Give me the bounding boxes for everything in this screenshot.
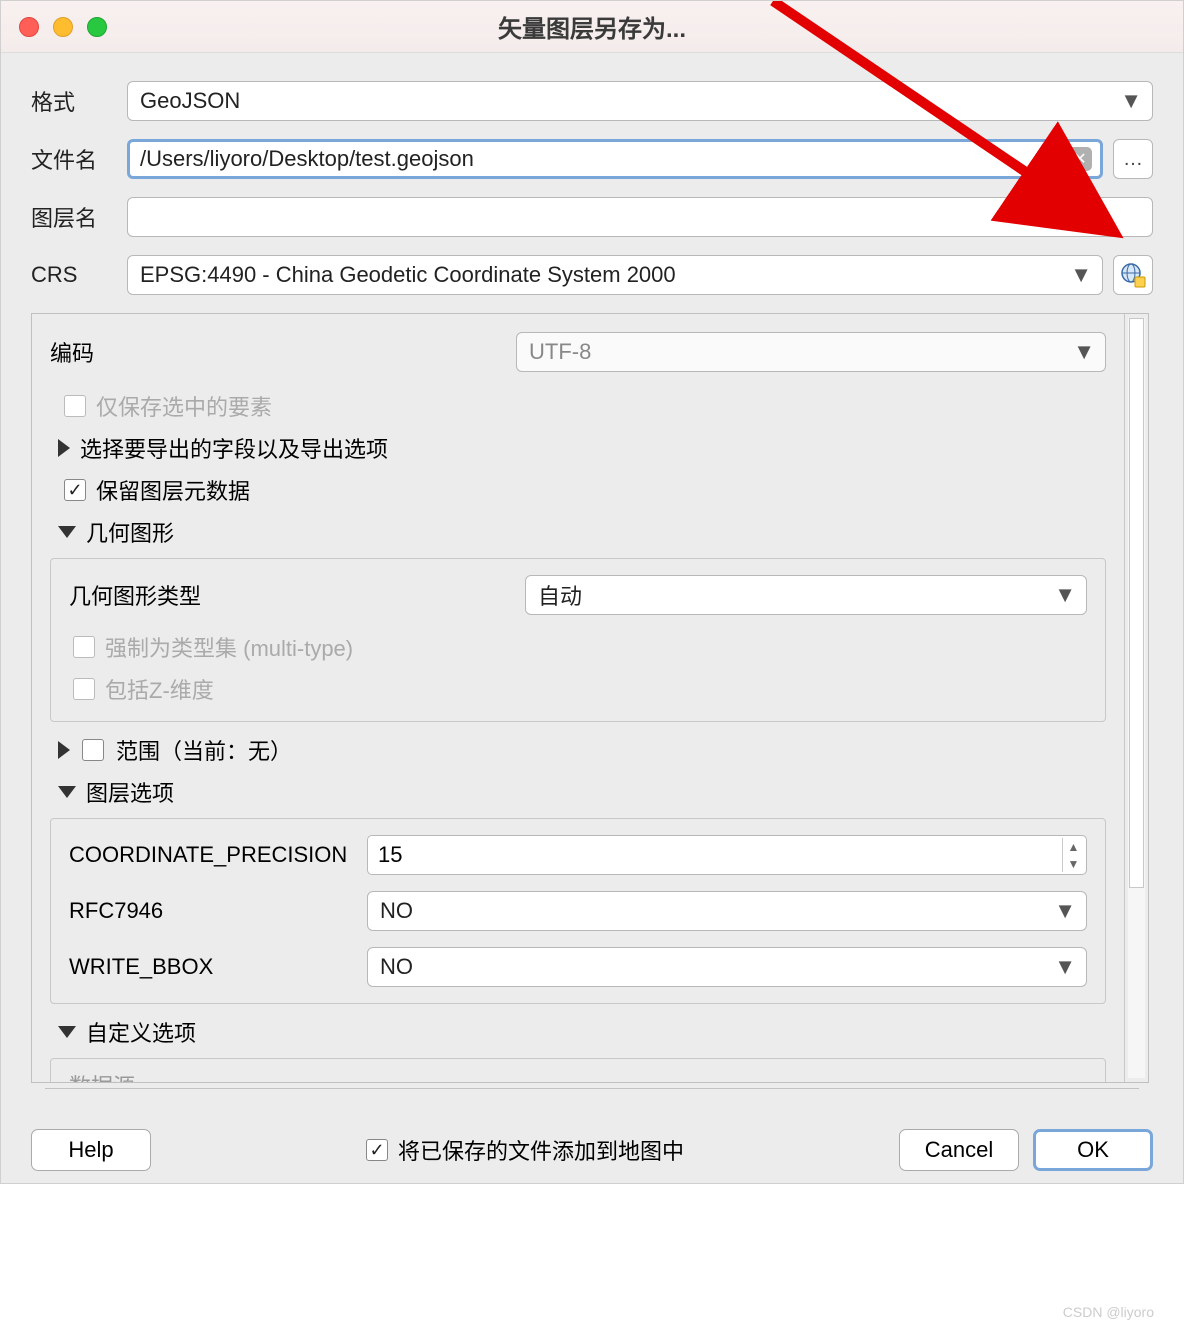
dialog-content: 格式 GeoJSON ▼ 文件名 /Users/liyoro/Desktop/t…	[1, 53, 1183, 1095]
chevron-down-icon	[58, 1026, 76, 1038]
add-to-map-checkbox[interactable]: ✓	[366, 1139, 388, 1161]
crs-picker-button[interactable]	[1113, 255, 1153, 295]
help-button[interactable]: Help	[31, 1129, 151, 1171]
encoding-value: UTF-8	[529, 339, 591, 365]
encoding-label: 编码	[50, 336, 516, 368]
chevron-down-icon: ▼	[1054, 898, 1076, 924]
clear-icon[interactable]: ✕	[1068, 147, 1092, 171]
scrollbar[interactable]	[1124, 314, 1148, 1082]
filename-label: 文件名	[31, 143, 117, 175]
crs-value: EPSG:4490 - China Geodetic Coordinate Sy…	[140, 262, 676, 288]
chevron-down-icon: ▼	[1070, 262, 1092, 288]
extent-checkbox[interactable]	[82, 739, 104, 761]
write-bbox-select[interactable]: NO ▼	[367, 947, 1087, 987]
titlebar: 矢量图层另存为...	[1, 1, 1183, 53]
datasource-label: 数据源	[69, 1074, 135, 1082]
coord-precision-label: COORDINATE_PRECISION	[69, 842, 367, 868]
geometry-expander[interactable]: 几何图形	[58, 516, 1106, 548]
options-scroll-pane: 编码 UTF-8 ▼ 仅保存选中的要素 选择要导出的字段以及导出选项 ✓	[31, 313, 1149, 1083]
globe-icon	[1120, 262, 1146, 288]
format-value: GeoJSON	[140, 88, 240, 114]
rfc7946-label: RFC7946	[69, 898, 367, 924]
chevron-down-icon	[58, 786, 76, 798]
cancel-button[interactable]: Cancel	[899, 1129, 1019, 1171]
dialog-footer: Help ✓ 将已保存的文件添加到地图中 Cancel OK	[1, 1129, 1183, 1171]
layer-options-group: COORDINATE_PRECISION 15 ▲▼ RFC7946 NO ▼	[50, 818, 1106, 1004]
crs-select[interactable]: EPSG:4490 - China Geodetic Coordinate Sy…	[127, 255, 1103, 295]
layer-options-expander[interactable]: 图层选项	[58, 776, 1106, 808]
chevron-right-icon	[58, 439, 70, 457]
scrollbar-thumb[interactable]	[1129, 318, 1144, 888]
checkbox-icon	[73, 636, 95, 658]
layername-label: 图层名	[31, 201, 117, 233]
chevron-down-icon: ▼	[1073, 339, 1095, 365]
include-z-checkbox: 包括Z-维度	[73, 673, 1087, 705]
chevron-down-icon: ▼	[1120, 88, 1142, 114]
chevron-down-icon: ▼	[1054, 582, 1076, 608]
checkbox-icon	[73, 678, 95, 700]
fields-expander[interactable]: 选择要导出的字段以及导出选项	[58, 432, 1106, 464]
extent-expander[interactable]: 范围（当前：无）	[58, 734, 1106, 766]
spin-down-icon[interactable]: ▼	[1062, 855, 1084, 872]
filename-input[interactable]: /Users/liyoro/Desktop/test.geojson ✕	[127, 139, 1103, 179]
minimize-icon[interactable]	[53, 17, 73, 37]
chevron-right-icon	[58, 741, 70, 759]
keep-metadata-checkbox[interactable]: ✓ 保留图层元数据	[64, 474, 1106, 506]
geometry-group: 几何图形类型 自动 ▼ 强制为类型集 (multi-type) 包括Z-维度	[50, 558, 1106, 722]
dialog-title: 矢量图层另存为...	[498, 9, 686, 44]
spin-up-icon[interactable]: ▲	[1062, 838, 1084, 855]
checkbox-icon: ✓	[64, 479, 86, 501]
write-bbox-label: WRITE_BBOX	[69, 954, 367, 980]
geometry-type-select[interactable]: 自动 ▼	[525, 575, 1087, 615]
maximize-icon[interactable]	[87, 17, 107, 37]
encoding-select[interactable]: UTF-8 ▼	[516, 332, 1106, 372]
browse-button[interactable]: …	[1113, 139, 1153, 179]
force-multi-checkbox: 强制为类型集 (multi-type)	[73, 631, 1087, 663]
add-to-map-label: 将已保存的文件添加到地图中	[398, 1134, 684, 1166]
geometry-type-label: 几何图形类型	[69, 579, 525, 611]
layername-input[interactable]	[127, 197, 1153, 237]
custom-options-group: 数据源	[50, 1058, 1106, 1082]
chevron-down-icon: ▼	[1054, 954, 1076, 980]
filename-value: /Users/liyoro/Desktop/test.geojson	[140, 146, 474, 172]
chevron-down-icon	[58, 526, 76, 538]
ok-button[interactable]: OK	[1033, 1129, 1153, 1171]
custom-options-expander[interactable]: 自定义选项	[58, 1016, 1106, 1048]
format-select[interactable]: GeoJSON ▼	[127, 81, 1153, 121]
dialog-window: 矢量图层另存为... 格式 GeoJSON ▼ 文件名 /Users/liyor…	[0, 0, 1184, 1184]
close-icon[interactable]	[19, 17, 39, 37]
format-label: 格式	[31, 85, 117, 117]
checkbox-icon	[64, 395, 86, 417]
rfc7946-select[interactable]: NO ▼	[367, 891, 1087, 931]
crs-label: CRS	[31, 262, 117, 288]
window-controls	[19, 17, 107, 37]
coord-precision-input[interactable]: 15 ▲▼	[367, 835, 1087, 875]
watermark: CSDN @liyoro	[1063, 1304, 1154, 1320]
only-selected-checkbox: 仅保存选中的要素	[64, 390, 1106, 422]
